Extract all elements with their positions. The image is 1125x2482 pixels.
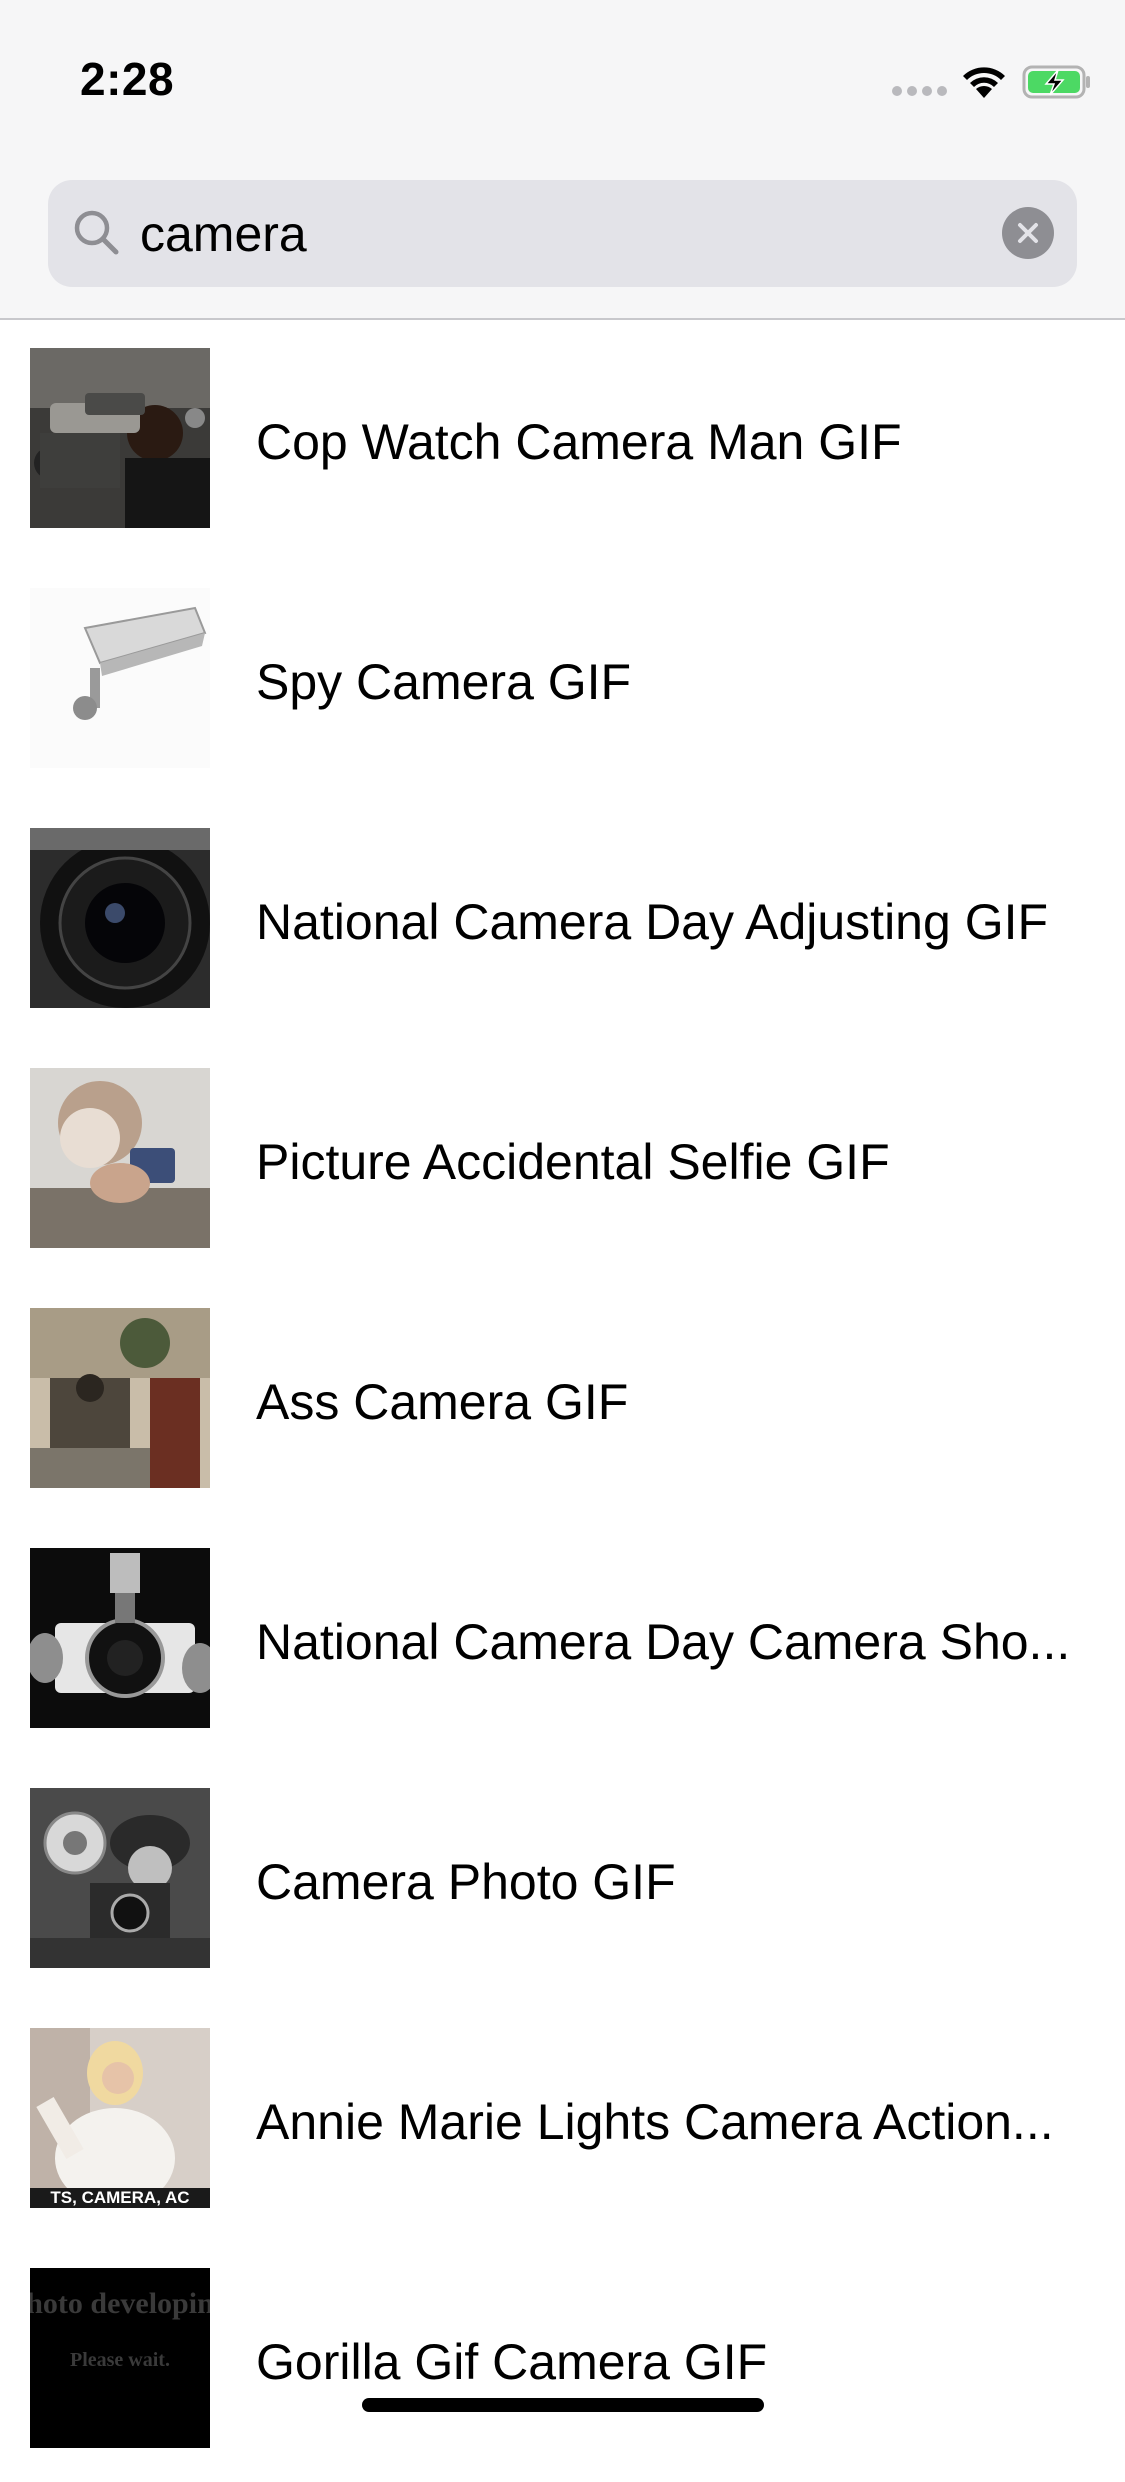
result-title: Spy Camera GIF [256, 654, 632, 710]
result-title: Camera Photo GIF [256, 1854, 676, 1910]
list-item[interactable]: National Camera Day Adjusting GIF [0, 802, 1125, 1042]
result-title: Cop Watch Camera Man GIF [256, 414, 902, 470]
list-item[interactable]: TS, CAMERA, AC Annie Marie Lights Camera… [0, 2002, 1125, 2242]
search-icon [74, 210, 119, 255]
security-camera-thumbnail [30, 588, 210, 768]
list-item[interactable]: Camera Photo GIF [0, 1762, 1125, 2002]
status-bar: 2:28 [0, 0, 1125, 150]
selfie-thumbnail [30, 1068, 210, 1248]
results-list: Cop Watch Camera Man GIF Spy Camera GIF … [0, 322, 1125, 2482]
camera-man-thumbnail [30, 348, 210, 528]
thumbnail-caption: Please wait. [70, 2349, 170, 2371]
annie-marie-thumbnail: TS, CAMERA, AC [30, 2028, 210, 2208]
result-title: Annie Marie Lights Camera Action... [256, 2094, 1054, 2150]
camera-shot-thumbnail [30, 1548, 210, 1728]
battery-charging-icon [1022, 65, 1090, 99]
photographer-thumbnail [30, 1308, 210, 1488]
list-item[interactable]: Ass Camera GIF [0, 1282, 1125, 1522]
clear-search-button[interactable] [1002, 207, 1054, 259]
status-time: 2:28 [80, 53, 175, 105]
home-indicator[interactable] [362, 2398, 764, 2412]
vintage-camera-thumbnail [30, 1788, 210, 1968]
thumbnail-caption: TS, CAMERA, AC [50, 2188, 189, 2207]
result-title: Picture Accidental Selfie GIF [256, 1134, 890, 1190]
list-item[interactable]: National Camera Day Camera Sho... [0, 1522, 1125, 1762]
wifi-icon [963, 67, 1005, 98]
thumbnail-caption: hoto developin [30, 2287, 210, 2320]
signal-dots-icon [892, 86, 947, 96]
search-bar[interactable] [48, 180, 1077, 287]
search-input[interactable] [140, 190, 1020, 277]
list-item[interactable]: Spy Camera GIF [0, 562, 1125, 802]
result-title: Ass Camera GIF [256, 1374, 629, 1430]
list-item[interactable]: Cop Watch Camera Man GIF [0, 322, 1125, 562]
navigation-header: 2:28 [0, 0, 1125, 320]
gorilla-gif-thumbnail: hoto developin Please wait. [30, 2268, 210, 2448]
clear-icon [1018, 223, 1038, 243]
result-title: National Camera Day Adjusting GIF [256, 894, 1049, 950]
list-item[interactable]: Picture Accidental Selfie GIF [0, 1042, 1125, 1282]
result-title: Gorilla Gif Camera GIF [256, 2334, 768, 2390]
camera-lens-thumbnail [30, 828, 210, 1008]
list-item[interactable]: hoto developin Please wait. Gorilla Gif … [0, 2242, 1125, 2482]
result-title: National Camera Day Camera Sho... [256, 1614, 1071, 1670]
